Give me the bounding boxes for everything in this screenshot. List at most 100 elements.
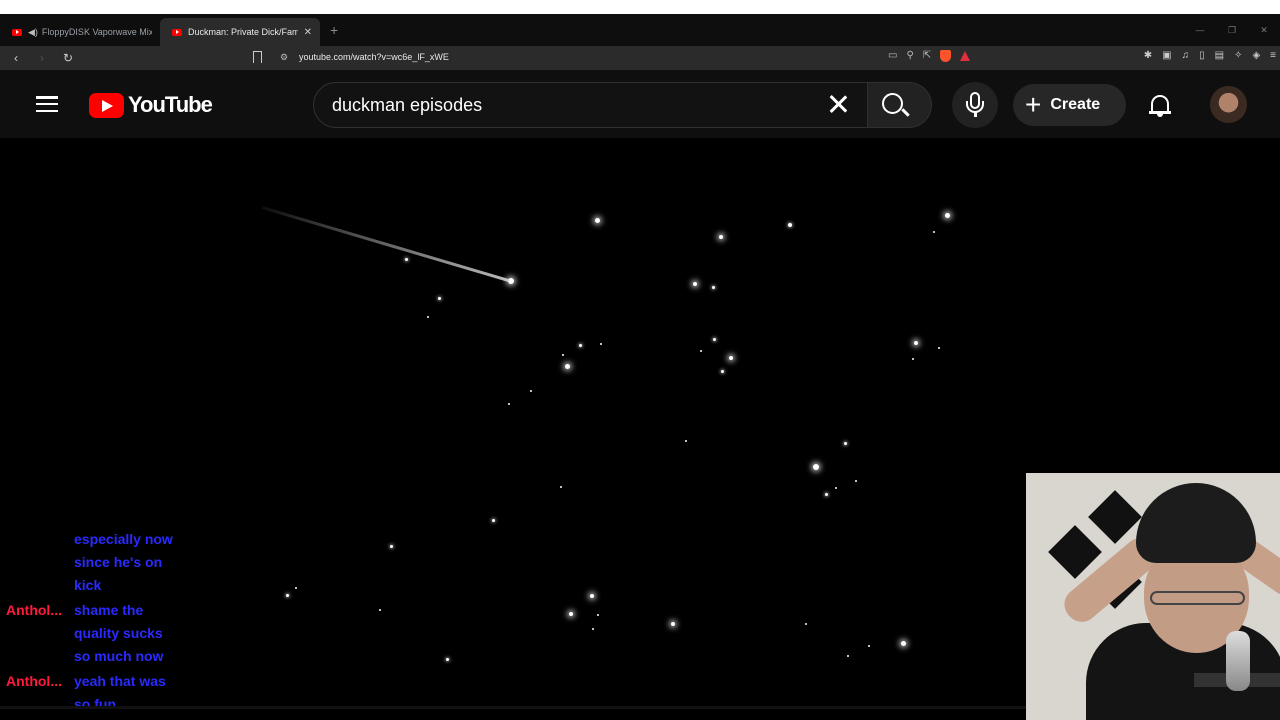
star — [379, 609, 381, 611]
sidebar-icon[interactable]: ▯ — [1199, 50, 1205, 61]
search-box — [313, 82, 868, 128]
search-input[interactable] — [332, 94, 812, 116]
reload-icon[interactable]: ↻ — [58, 51, 78, 65]
star — [900, 640, 906, 646]
star — [491, 518, 495, 522]
star — [711, 285, 715, 289]
close-window-icon[interactable]: ✕ — [1248, 25, 1280, 36]
back-icon[interactable]: ‹ — [6, 51, 26, 65]
youtube-header: YouTube + Create — [0, 70, 1280, 138]
star — [824, 492, 828, 496]
star — [590, 594, 594, 598]
brave-rewards-icon[interactable] — [960, 51, 971, 61]
chat-message-line: especially now — [74, 531, 173, 547]
star — [508, 403, 510, 405]
tab-floppydisk[interactable]: ◀) FloppyDISK Vaporwave Mixx - Yo — [0, 18, 160, 46]
chat-message-line: so fun — [74, 696, 116, 712]
avatar[interactable] — [1210, 86, 1247, 123]
star — [437, 296, 441, 300]
leo-icon[interactable]: ✧ — [1234, 50, 1242, 61]
star — [295, 587, 297, 589]
search-icon — [882, 93, 903, 114]
star — [788, 223, 792, 227]
extensions-bar: ✱ ▣ ♫ ▯ ▤ ✧ ◈ ≡ — [1144, 50, 1276, 61]
star — [938, 347, 940, 349]
search-button[interactable] — [868, 82, 932, 128]
video-progress-bar[interactable] — [0, 706, 1026, 709]
star — [693, 282, 697, 286]
brave-shield-icon[interactable] — [940, 50, 952, 62]
minimize-icon[interactable]: — — [1184, 25, 1216, 35]
cast-icon[interactable]: ▭ — [888, 50, 897, 62]
youtube-logo[interactable]: YouTube — [89, 92, 213, 118]
star — [719, 235, 723, 239]
star — [914, 341, 918, 345]
tab-label: Duckman: Private Dick/Family M — [188, 27, 298, 37]
streamer-glasses — [1150, 591, 1245, 605]
star — [835, 487, 837, 489]
star — [847, 655, 849, 657]
vpn-icon[interactable]: ◈ — [1252, 50, 1260, 61]
screen-top-border — [0, 0, 1280, 14]
star — [685, 440, 687, 442]
bell-icon[interactable] — [1149, 94, 1171, 117]
window-controls: — ❐ ✕ — [1184, 14, 1280, 46]
bookmark-icon[interactable] — [253, 51, 262, 63]
webcam-overlay — [1026, 473, 1280, 720]
media-icon[interactable]: ♫ — [1182, 50, 1190, 61]
star — [445, 657, 449, 661]
voice-search-button[interactable] — [952, 82, 998, 128]
browser-toolbar: ‹ › ↻ ⚙ youtube.com/watch?v=wc6e_lF_xWE … — [0, 46, 1280, 70]
youtube-play-icon — [89, 92, 124, 118]
star — [805, 623, 807, 625]
star — [594, 217, 600, 223]
star — [562, 354, 564, 356]
star — [592, 628, 594, 630]
star — [578, 343, 582, 347]
star — [700, 350, 702, 352]
create-button[interactable]: + Create — [1013, 84, 1126, 126]
star — [560, 486, 562, 488]
star — [569, 612, 573, 616]
forward-icon[interactable]: › — [32, 51, 52, 65]
star — [912, 358, 914, 360]
star — [933, 231, 935, 233]
wall-decoration — [1088, 490, 1142, 544]
menu-dots-icon[interactable]: ≡ — [1270, 50, 1276, 61]
wallet-icon[interactable]: ▤ — [1215, 50, 1224, 61]
star — [389, 544, 393, 548]
menu-icon[interactable] — [36, 96, 58, 112]
star — [855, 480, 857, 482]
zoom-icon[interactable]: ⚲ — [906, 50, 913, 62]
star — [729, 356, 733, 360]
microphone — [1226, 631, 1250, 691]
extension-icon[interactable]: ▣ — [1162, 50, 1171, 61]
browser-tab-strip: ◀) FloppyDISK Vaporwave Mixx - Yo Duckma… — [0, 14, 1280, 46]
star — [868, 645, 870, 647]
star — [944, 212, 950, 218]
new-tab-button[interactable]: + — [330, 22, 338, 38]
tab-close-icon[interactable]: ✕ — [304, 27, 312, 38]
address-bar[interactable]: youtube.com/watch?v=wc6e_lF_xWE — [299, 52, 449, 62]
chat-message-line: since he's on — [74, 554, 163, 570]
speaker-icon[interactable]: ◀) — [28, 27, 38, 38]
star — [285, 593, 289, 597]
star — [564, 363, 570, 369]
restore-icon[interactable]: ❐ — [1216, 25, 1248, 36]
share-icon[interactable]: ⇱ — [923, 50, 931, 62]
star — [843, 441, 847, 445]
star — [530, 390, 532, 392]
star — [597, 614, 599, 616]
star — [712, 337, 716, 341]
create-label: Create — [1050, 96, 1101, 113]
youtube-favicon-icon — [172, 28, 182, 36]
chat-message-line: so much now — [74, 648, 164, 664]
clear-icon[interactable] — [827, 93, 849, 115]
tab-duckman[interactable]: Duckman: Private Dick/Family M ✕ — [160, 18, 320, 46]
extensions-icon[interactable]: ✱ — [1144, 50, 1152, 61]
site-info-icon[interactable]: ⚙ — [280, 52, 288, 63]
star — [600, 343, 602, 345]
address-bar-actions: ▭ ⚲ ⇱ — [888, 50, 971, 62]
youtube-favicon-icon — [12, 28, 22, 36]
star — [404, 257, 408, 261]
